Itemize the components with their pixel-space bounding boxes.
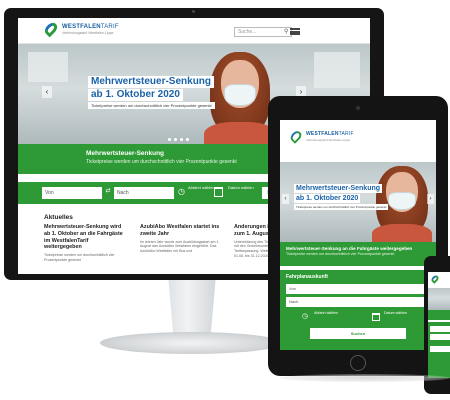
- brand-name[interactable]: WESTFALENTARIF: [62, 24, 119, 30]
- hero-face-mask: [224, 84, 256, 106]
- brand-tagline: Verbindungstarif Westfalen-Lippe: [306, 138, 351, 142]
- article-teaser: Ticketpreise werden um durchschnittlich …: [44, 253, 115, 262]
- to-input[interactable]: [430, 334, 450, 340]
- tablet-device: WESTFALENTARIF Verbindungstarif Westfale…: [268, 96, 448, 376]
- menu-icon[interactable]: [290, 28, 300, 35]
- article-headline[interactable]: AzubiAbo Westfalen startet ins zweite Ja…: [140, 224, 222, 238]
- news-banner[interactable]: Mehrwertsteuer-Senkung an die Fahrgäste …: [280, 242, 436, 266]
- form-title: Fahrplanauskunft: [286, 274, 328, 280]
- to-input[interactable]: Nach: [114, 187, 174, 199]
- article-teaser: Im letzten Jahr wurde zum Ausbildungssta…: [140, 239, 220, 253]
- tablet-screen: WESTFALENTARIF Verbindungstarif Westfale…: [280, 120, 436, 350]
- calendar-icon[interactable]: [372, 313, 380, 321]
- tablet-header: WESTFALENTARIF Verbindungstarif Westfale…: [280, 120, 436, 162]
- news-article[interactable]: Mehrwertsteuer-Senkung wird ab 1. Oktobe…: [44, 224, 124, 274]
- monitor-stand-neck: [168, 280, 216, 338]
- date-select[interactable]: Datum wählen: [384, 311, 414, 316]
- search-button[interactable]: [430, 346, 450, 352]
- hero-window: [314, 52, 360, 88]
- phone-trip-form: [428, 322, 450, 378]
- site-header: WESTFALENTARIF Verbindungstarif Westfale…: [18, 18, 370, 44]
- tablet-camera: [356, 106, 360, 110]
- tablet-home-button: [350, 355, 366, 371]
- westfalentarif-logo-icon[interactable]: [430, 274, 440, 284]
- device-shadow: [280, 374, 450, 382]
- hero-headline-1: Mehrwertsteuer-Senkung: [88, 76, 215, 88]
- brand-tagline: Verbindungstarif Westfalen-Lippe: [62, 31, 114, 35]
- search-icon[interactable]: ⚲: [284, 28, 288, 35]
- hero-person-shirt: [372, 224, 432, 242]
- depart-select[interactable]: Abfahrt wählen: [314, 311, 344, 316]
- from-input[interactable]: Von: [42, 187, 102, 199]
- tablet-hero: Mehrwertsteuer-Senkung ab 1. Oktober 202…: [280, 162, 436, 242]
- trip-search-form: Fahrplanauskunft Von Nach ◷ Abfahrt wähl…: [280, 270, 436, 350]
- phone-hero: [428, 288, 450, 310]
- westfalentarif-logo-icon[interactable]: [42, 20, 60, 38]
- hero-face-mask: [388, 192, 416, 210]
- news-section-title: Aktuelles: [44, 214, 73, 221]
- responsive-devices-mockup: WESTFALENTARIF Verbindungstarif Westfale…: [0, 0, 450, 400]
- phone-device: [424, 256, 450, 394]
- clock-icon[interactable]: ◷: [302, 312, 308, 320]
- slider-prev-icon[interactable]: ‹: [282, 194, 289, 204]
- hero-window: [28, 52, 68, 82]
- banner-subtitle: Ticketpreise werden um durchschnittlich …: [286, 252, 395, 256]
- calendar-icon[interactable]: [214, 187, 223, 197]
- from-input[interactable]: [430, 326, 450, 332]
- slider-prev-icon[interactable]: ‹: [42, 86, 52, 98]
- article-headline[interactable]: Mehrwertsteuer-Senkung wird ab 1. Oktobe…: [44, 224, 124, 251]
- clock-icon[interactable]: ◷: [178, 187, 185, 196]
- westfalentarif-logo-icon[interactable]: [288, 129, 304, 144]
- slider-next-icon[interactable]: ›: [427, 194, 434, 204]
- phone-banner[interactable]: [428, 310, 450, 320]
- search-button[interactable]: Suchen: [310, 328, 406, 339]
- hero-headline-2: ab 1. Oktober 2020: [88, 89, 183, 101]
- date-select[interactable]: Datum wählen: [228, 185, 258, 190]
- hero-headline-1: Mehrwertsteuer-Senkung: [294, 184, 383, 193]
- monitor-stand-base: [100, 332, 282, 354]
- hero-headline-2: ab 1. Oktober 2020: [294, 194, 361, 203]
- hero-subline: Ticketpreise werden um durchschnittlich …: [294, 204, 389, 210]
- hero-subline: Ticketpreise werden um durchschnittlich …: [88, 102, 215, 109]
- hero-person-shirt: [204, 122, 276, 144]
- phone-screen: [428, 272, 450, 378]
- banner-title: Mehrwertsteuer-Senkung an die Fahrgäste …: [286, 246, 413, 251]
- news-article[interactable]: AzubiAbo Westfalen startet ins zweite Ja…: [140, 224, 222, 274]
- to-input[interactable]: Nach: [286, 297, 430, 307]
- swap-icon[interactable]: ⇄: [104, 187, 112, 194]
- slider-dots[interactable]: [168, 138, 189, 141]
- brand-name[interactable]: WESTFALENTARIF: [306, 131, 354, 137]
- monitor-camera: [192, 10, 195, 13]
- from-input[interactable]: Von: [286, 284, 430, 294]
